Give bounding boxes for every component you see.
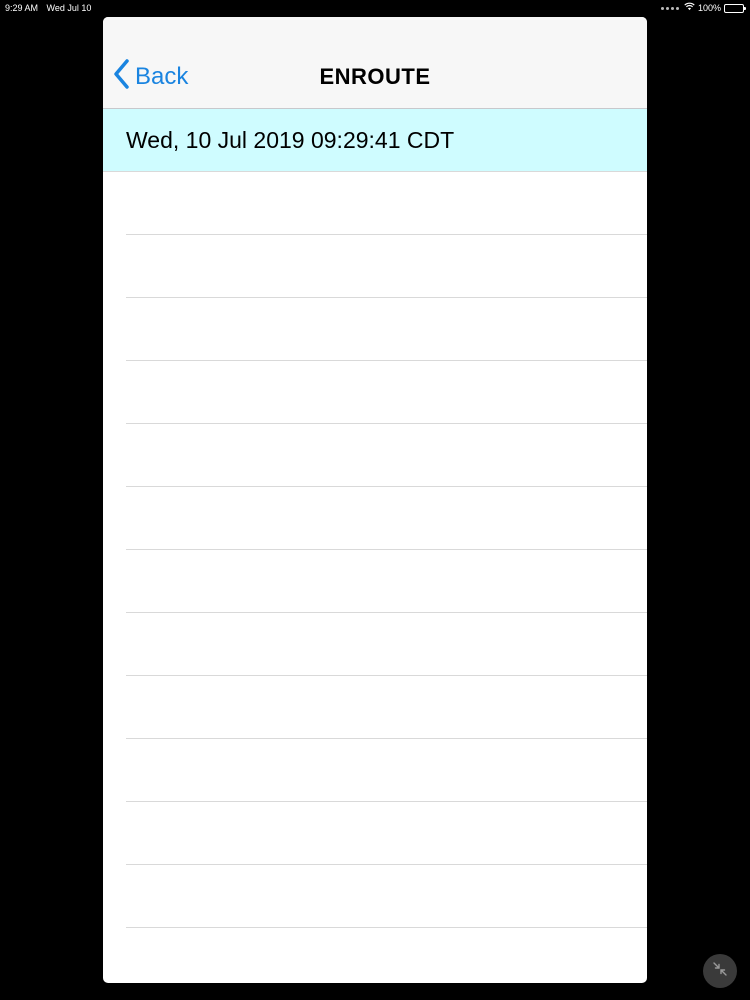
list-item[interactable] [126,550,647,613]
battery-percent: 100% [697,3,721,13]
list-item[interactable] [126,676,647,739]
battery-icon [724,3,746,13]
minimize-arrows-icon [712,961,728,982]
list-item[interactable] [126,802,647,865]
status-left: 9:29 AM Wed Jul 10 [5,0,91,16]
status-date: Wed Jul 10 [46,3,92,13]
status-right: 100% [660,0,746,16]
list-item[interactable] [126,739,647,802]
list-item[interactable] [126,613,647,676]
list-item[interactable] [126,424,647,487]
list-item[interactable] [126,361,647,424]
wifi-icon [684,0,695,16]
list-item[interactable] [126,298,647,361]
minimize-button[interactable] [703,954,737,988]
signal-dots-icon [660,6,679,10]
status-time: 9:29 AM [5,3,39,13]
list-item[interactable] [126,865,647,928]
navigation-bar: Back ENROUTE [103,17,647,109]
list-item-selected[interactable]: Wed, 10 Jul 2019 09:29:41 CDT [103,109,647,172]
list-item[interactable] [126,487,647,550]
list-item[interactable] [126,172,647,235]
status-bar: 9:29 AM Wed Jul 10 100% [0,0,750,16]
modal-sheet: Back ENROUTE Wed, 10 Jul 2019 09:29:41 C… [103,17,647,983]
page-title: ENROUTE [319,64,431,89]
timestamp-list: Wed, 10 Jul 2019 09:29:41 CDT [103,109,647,928]
list-item-text: Wed, 10 Jul 2019 09:29:41 CDT [126,127,455,153]
list-item[interactable] [126,235,647,298]
